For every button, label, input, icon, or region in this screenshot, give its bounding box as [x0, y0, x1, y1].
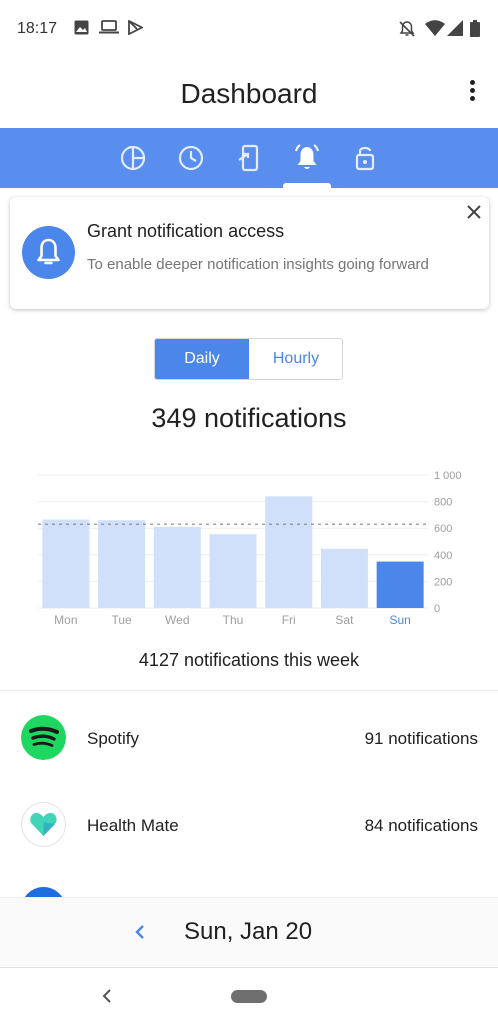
- bar: [265, 496, 313, 608]
- card-icon-circle: [22, 226, 75, 279]
- bar: [98, 520, 146, 608]
- y-tick-label: 800: [434, 497, 452, 509]
- tab-bar: [0, 128, 498, 188]
- tab-unlocks[interactable]: [234, 143, 264, 173]
- divider: [0, 690, 498, 691]
- app-count: 84 notifications: [364, 816, 478, 835]
- phone-unlock-icon: [238, 144, 259, 172]
- chevron-left-icon[interactable]: [130, 922, 150, 942]
- bar: [209, 534, 257, 608]
- x-tick-label: Fri: [282, 613, 296, 627]
- x-tick-label: Wed: [165, 613, 189, 627]
- daily-total: 349 notifications: [151, 403, 347, 433]
- home-pill[interactable]: [231, 990, 267, 1003]
- notifications-off-icon: [399, 21, 415, 37]
- list-item-health-mate[interactable]: Health Mate 84 notifications: [0, 781, 498, 867]
- pie-chart-icon: [120, 145, 146, 171]
- app-count: 91 notifications: [364, 729, 478, 748]
- bell-icon: [295, 144, 319, 169]
- y-tick-label: 1 000: [434, 470, 462, 482]
- page-title: Dashboard: [180, 78, 318, 109]
- notifications-bar-chart: 1 000 800 600 400 200 0 Mon Tue Wed Thu Fri Sat Sun: [38, 470, 462, 627]
- clock-icon: [178, 145, 204, 171]
- week-total: 4127 notifications this week: [138, 650, 360, 670]
- app-header: Dashboard: [0, 58, 498, 128]
- bar: [153, 526, 201, 608]
- system-nav-bar: [0, 967, 498, 1024]
- notification-access-card[interactable]: Grant notification access To enable deep…: [10, 197, 489, 309]
- tab-notifications[interactable]: [292, 143, 322, 173]
- y-tick-label: 400: [434, 550, 452, 562]
- bar: [42, 519, 90, 608]
- x-tick-label: Sun: [389, 613, 410, 627]
- status-bar: 18:17: [0, 0, 498, 58]
- battery-icon: [470, 20, 480, 37]
- y-tick-label: 600: [434, 523, 452, 535]
- signal-icon: [447, 20, 463, 36]
- x-tick-label: Thu: [223, 613, 244, 627]
- app-name: Health Mate: [87, 816, 179, 835]
- current-date: Sun, Jan 20: [184, 918, 313, 945]
- x-tick-label: Tue: [111, 613, 132, 627]
- laptop-icon: [99, 20, 119, 34]
- tab-lock[interactable]: [350, 143, 380, 173]
- date-bar: Sun, Jan 20: [0, 897, 498, 967]
- back-icon[interactable]: [99, 986, 117, 1006]
- bell-icon: [37, 238, 60, 265]
- close-icon[interactable]: [463, 201, 485, 223]
- play-store-icon: [128, 20, 143, 35]
- x-tick-label: Mon: [54, 613, 77, 627]
- status-time: 18:17: [17, 20, 58, 37]
- hourly-button[interactable]: Hourly: [249, 339, 342, 379]
- range-toggle: Daily Hourly: [154, 338, 343, 380]
- image-icon: [74, 20, 89, 35]
- wifi-icon: [425, 20, 445, 36]
- bar: [320, 548, 368, 608]
- app-name: Spotify: [87, 729, 139, 748]
- tab-usage-time[interactable]: [176, 143, 206, 173]
- card-description: To enable deeper notification insights g…: [87, 256, 429, 273]
- y-tick-label: 200: [434, 576, 452, 588]
- list-item-spotify[interactable]: Spotify 91 notifications: [0, 694, 498, 780]
- lock-icon: [355, 146, 375, 171]
- health-mate-icon: [21, 802, 66, 847]
- bar-selected: [376, 561, 424, 608]
- tab-overview[interactable]: [118, 143, 148, 173]
- spotify-icon: [21, 715, 66, 760]
- tab-indicator: [283, 183, 331, 188]
- x-tick-label: Sat: [335, 613, 354, 627]
- more-vertical-icon[interactable]: [462, 80, 482, 106]
- card-title: Grant notification access: [87, 221, 285, 241]
- daily-button[interactable]: Daily: [155, 339, 249, 379]
- y-tick-label: 0: [434, 603, 440, 615]
